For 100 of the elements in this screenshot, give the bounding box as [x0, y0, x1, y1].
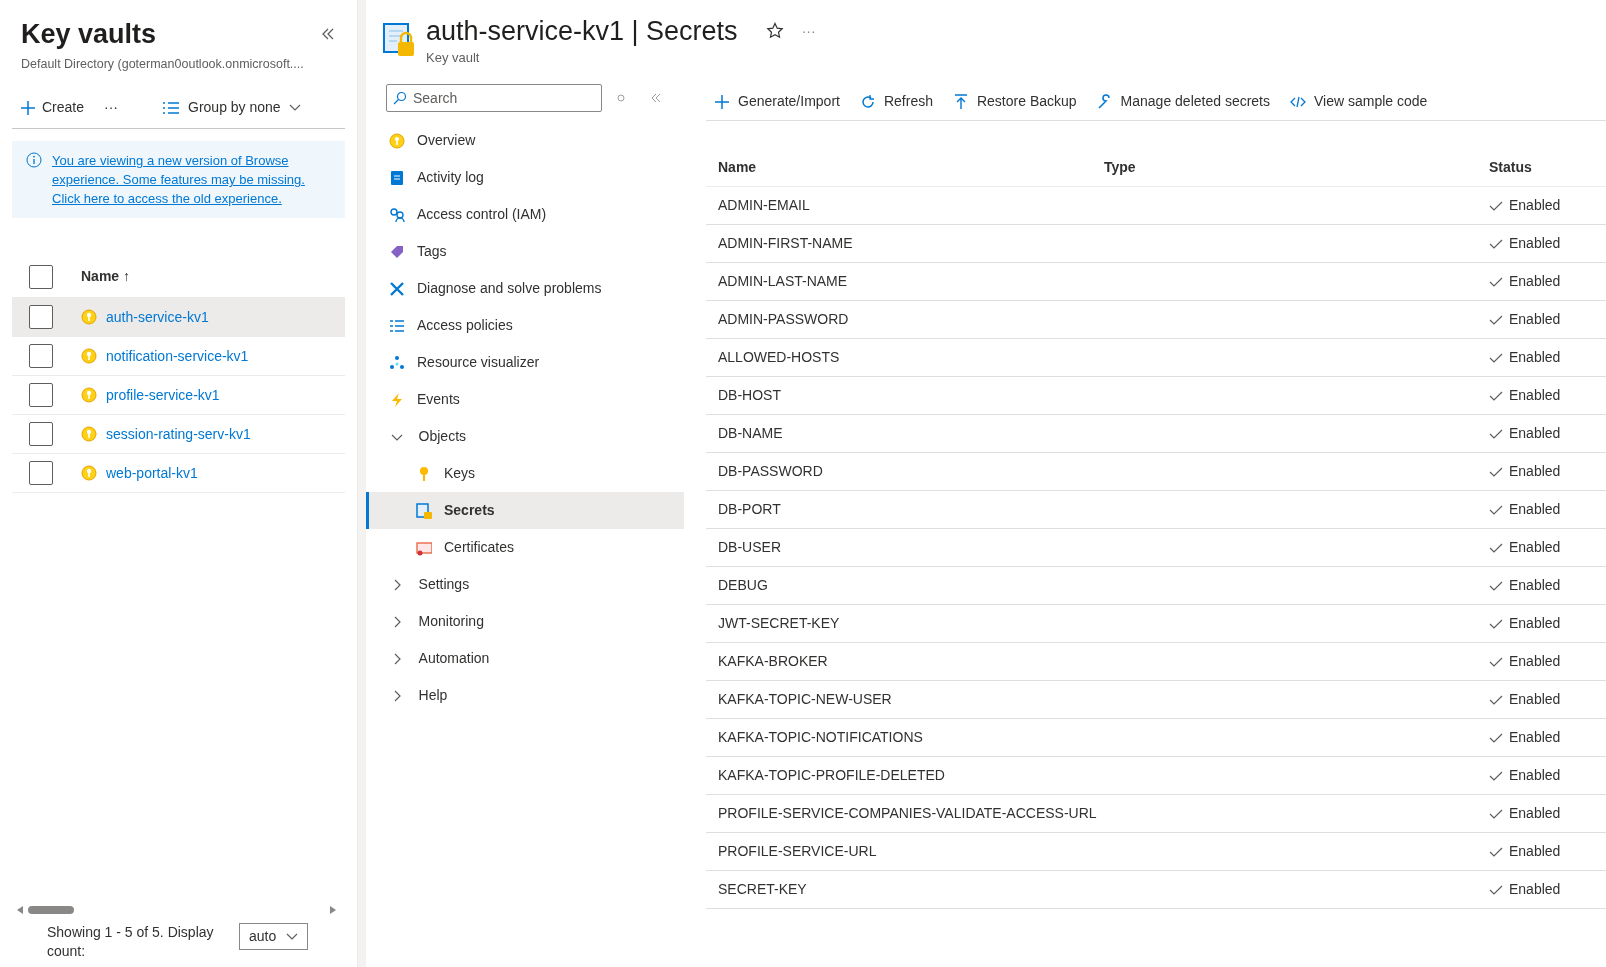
check-icon [1489, 731, 1503, 744]
list-row[interactable]: auth-service-kv1 [12, 298, 345, 338]
nav-item[interactable]: Diagnose and solve problems [366, 270, 684, 307]
column-header[interactable]: Status [1489, 157, 1606, 178]
row-checkbox[interactable] [29, 461, 53, 486]
secret-name[interactable]: DB-PASSWORD [718, 461, 1489, 482]
vault-link[interactable]: session-rating-serv-kv1 [106, 423, 251, 445]
check-icon [1489, 541, 1503, 554]
status-text: Enabled [1509, 614, 1561, 633]
toolbar-button[interactable]: Refresh [859, 91, 933, 112]
group-by-dropdown[interactable]: Group by none [162, 97, 301, 119]
column-header[interactable]: Type [1104, 157, 1489, 178]
status-text: Enabled [1509, 462, 1561, 481]
scroll-right-icon [329, 905, 337, 915]
nav-item[interactable]: Activity log [366, 159, 684, 196]
refresh-icon [859, 93, 876, 110]
scrollbar-thumb-icon [28, 906, 74, 914]
create-button[interactable]: Create [20, 97, 85, 119]
vault-link[interactable]: web-portal-kv1 [106, 462, 198, 484]
secret-name[interactable]: DB-HOST [718, 385, 1489, 406]
list-row[interactable]: web-portal-kv1 [12, 454, 345, 494]
list-row[interactable]: session-rating-serv-kv1 [12, 415, 345, 455]
toolbar-button[interactable]: Manage deleted secrets [1096, 91, 1270, 112]
vault-link[interactable]: profile-service-kv1 [106, 384, 220, 406]
status-text: Enabled [1509, 272, 1561, 291]
secret-name[interactable]: DB-USER [718, 537, 1489, 558]
secret-name[interactable]: KAFKA-TOPIC-PROFILE-DELETED [718, 765, 1489, 786]
secret-name[interactable]: KAFKA-TOPIC-NOTIFICATIONS [718, 727, 1489, 748]
select-all-checkbox[interactable] [29, 264, 53, 289]
check-icon [1489, 313, 1503, 326]
nav-item[interactable]: Tags [366, 233, 684, 270]
key-vault-icon [81, 309, 97, 326]
status-text: Enabled [1509, 348, 1561, 367]
row-checkbox[interactable] [29, 344, 53, 369]
key-vault-icon [81, 426, 97, 443]
toolbar-button[interactable]: View sample code [1290, 91, 1428, 112]
key-vault-icon [81, 348, 97, 365]
list-icon [389, 317, 405, 334]
secret-name[interactable]: SECRET-KEY [718, 879, 1489, 900]
status-text: Enabled [1509, 424, 1561, 443]
nav-item[interactable]: Secrets [366, 492, 684, 529]
toolbar-button[interactable]: Restore Backup [952, 91, 1077, 112]
column-header[interactable]: Name [718, 157, 1104, 178]
secret-name[interactable]: JWT-SECRET-KEY [718, 613, 1489, 634]
secret-name[interactable]: ADMIN-PASSWORD [718, 309, 1489, 330]
plus-icon [714, 93, 730, 110]
collapse-icon [321, 27, 335, 42]
secret-name[interactable]: ADMIN-LAST-NAME [718, 271, 1489, 292]
more-button[interactable]: ··· [102, 97, 121, 119]
check-icon [1489, 503, 1503, 516]
tag-icon [389, 243, 405, 260]
row-checkbox[interactable] [29, 383, 53, 408]
display-count-dropdown[interactable]: auto [239, 923, 309, 950]
check-icon [1489, 693, 1503, 706]
key-vault-icon [81, 465, 97, 482]
nav-group[interactable]: Objects [366, 418, 684, 455]
banner-link[interactable]: You are viewing a new version of Browse experience. Some features may be missing. Click here to access the old experience. [52, 151, 331, 209]
row-checkbox[interactable] [29, 305, 53, 330]
secret-name[interactable]: DEBUG [718, 575, 1489, 596]
toolbar-button[interactable]: Generate/Import [714, 91, 840, 112]
star-icon [765, 22, 784, 40]
nav-item[interactable]: Certificates [366, 529, 684, 566]
nav-group[interactable]: Monitoring [366, 603, 684, 640]
nav-item[interactable]: Access control (IAM) [366, 196, 684, 233]
search-field[interactable]: Search [386, 84, 602, 112]
nav-group[interactable]: Settings [366, 566, 684, 603]
secret-name[interactable]: PROFILE-SERVICE-COMPANIES-VALIDATE-ACCESS-URL [718, 803, 1489, 824]
nav-group[interactable]: Automation [366, 640, 684, 677]
vault-link[interactable]: notification-service-kv1 [106, 345, 249, 367]
nav-item[interactable]: Overview [366, 122, 684, 159]
secret-icon [416, 502, 432, 519]
row-checkbox[interactable] [29, 422, 53, 447]
check-icon [1489, 275, 1503, 288]
pagination-text: Showing 1 - 5 of 5. Display count: [47, 923, 215, 961]
upload-icon [952, 93, 969, 110]
check-icon [1489, 199, 1503, 212]
secret-name[interactable]: ADMIN-FIRST-NAME [718, 233, 1489, 254]
check-icon [1489, 427, 1503, 440]
secret-name[interactable]: DB-NAME [718, 423, 1489, 444]
more-button[interactable]: ··· [801, 20, 816, 42]
check-icon [1489, 351, 1503, 364]
directory-subtitle: Default Directory (goterman0outlook.onmicrosoft.... [20, 55, 305, 73]
list-row[interactable]: profile-service-kv1 [12, 376, 345, 416]
nav-item[interactable]: Access policies [366, 307, 684, 344]
chevron-down-icon [286, 932, 299, 941]
nav-item[interactable]: Events [366, 381, 684, 418]
secret-name[interactable]: KAFKA-TOPIC-NEW-USER [718, 689, 1489, 710]
column-header[interactable]: Name ↑ [81, 266, 131, 288]
list-row[interactable]: notification-service-kv1 [12, 337, 345, 377]
nav-group[interactable]: Help [366, 677, 684, 714]
secret-name[interactable]: KAFKA-BROKER [718, 651, 1489, 672]
secret-name[interactable]: DB-PORT [718, 499, 1489, 520]
chevron-down-icon [288, 103, 301, 112]
nav-item[interactable]: Resource visualizer [366, 344, 684, 381]
secret-name[interactable]: PROFILE-SERVICE-URL [718, 841, 1489, 862]
check-icon [1489, 807, 1503, 820]
vault-link[interactable]: auth-service-kv1 [106, 306, 209, 328]
nav-item[interactable]: Keys [366, 455, 684, 492]
secret-name[interactable]: ADMIN-EMAIL [718, 195, 1489, 216]
secret-name[interactable]: ALLOWED-HOSTS [718, 347, 1489, 368]
